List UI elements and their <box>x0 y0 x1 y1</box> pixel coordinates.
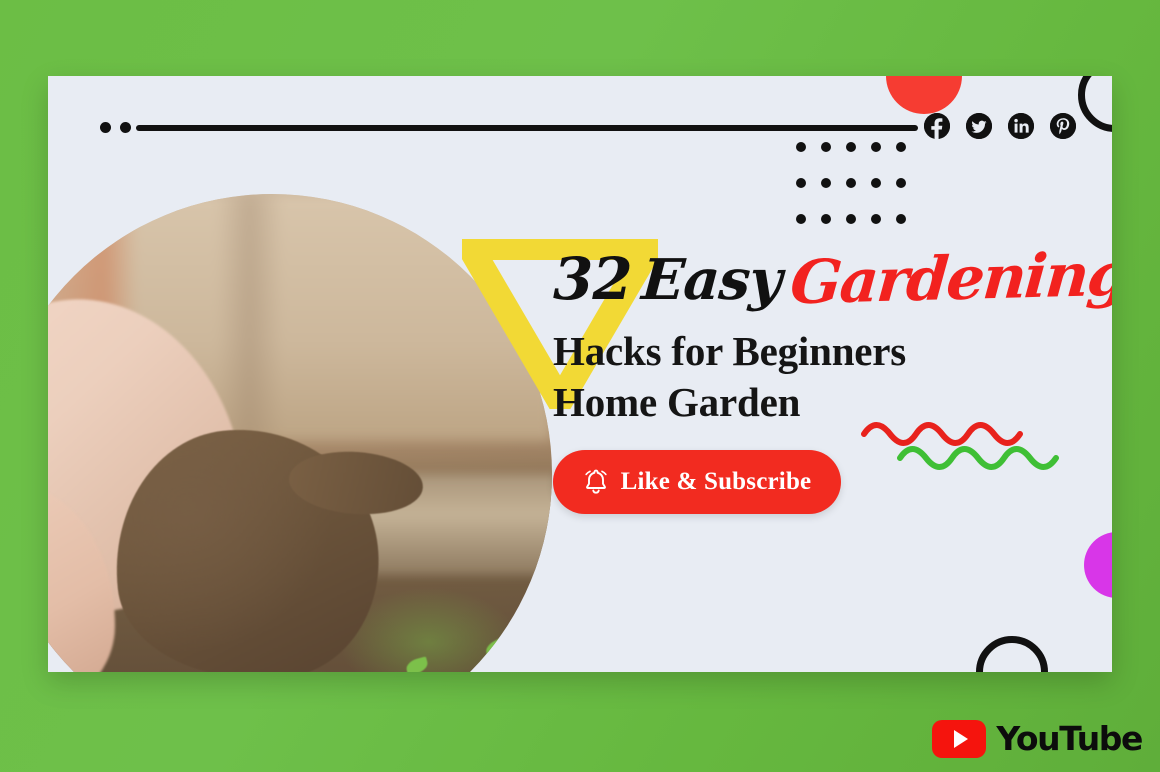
youtube-logo: YouTube <box>932 719 1143 758</box>
squiggle-decoration <box>861 422 1059 470</box>
like-and-subscribe-button[interactable]: Like & Subscribe <box>553 450 841 514</box>
dot-grid-decoration <box>796 142 921 250</box>
thumbnail-card: 32 Easy Gardening Hacks for Beginners Ho… <box>48 76 1112 672</box>
social-icon-bar <box>924 113 1076 139</box>
red-circle-decoration <box>886 76 962 114</box>
headline-line-2: Hacks for Beginners <box>553 328 907 374</box>
youtube-wordmark: YouTube <box>996 719 1143 758</box>
pinterest-icon[interactable] <box>1050 113 1076 139</box>
youtube-play-icon <box>932 719 987 758</box>
twitter-icon[interactable] <box>966 113 992 139</box>
facebook-icon[interactable] <box>924 113 950 139</box>
header-rule <box>136 125 918 131</box>
headline-block: 32 Easy Gardening Hacks for Beginners Ho… <box>553 240 1112 428</box>
headline-word-gardening: Gardening <box>787 239 1112 319</box>
rule-dot-1 <box>100 122 111 133</box>
headline-word-easy: Easy <box>639 247 784 313</box>
bell-icon <box>584 469 607 494</box>
headline-number: 32 <box>553 245 633 313</box>
rule-dot-2 <box>120 122 131 133</box>
linkedin-icon[interactable] <box>1008 113 1034 139</box>
thumbnail-canvas: 32 Easy Gardening Hacks for Beginners Ho… <box>0 0 1160 772</box>
ring-decoration-bottom <box>976 636 1048 672</box>
cta-label: Like & Subscribe <box>620 468 812 495</box>
purple-circle-decoration <box>1084 532 1112 598</box>
ring-decoration-top-right <box>1078 76 1112 132</box>
